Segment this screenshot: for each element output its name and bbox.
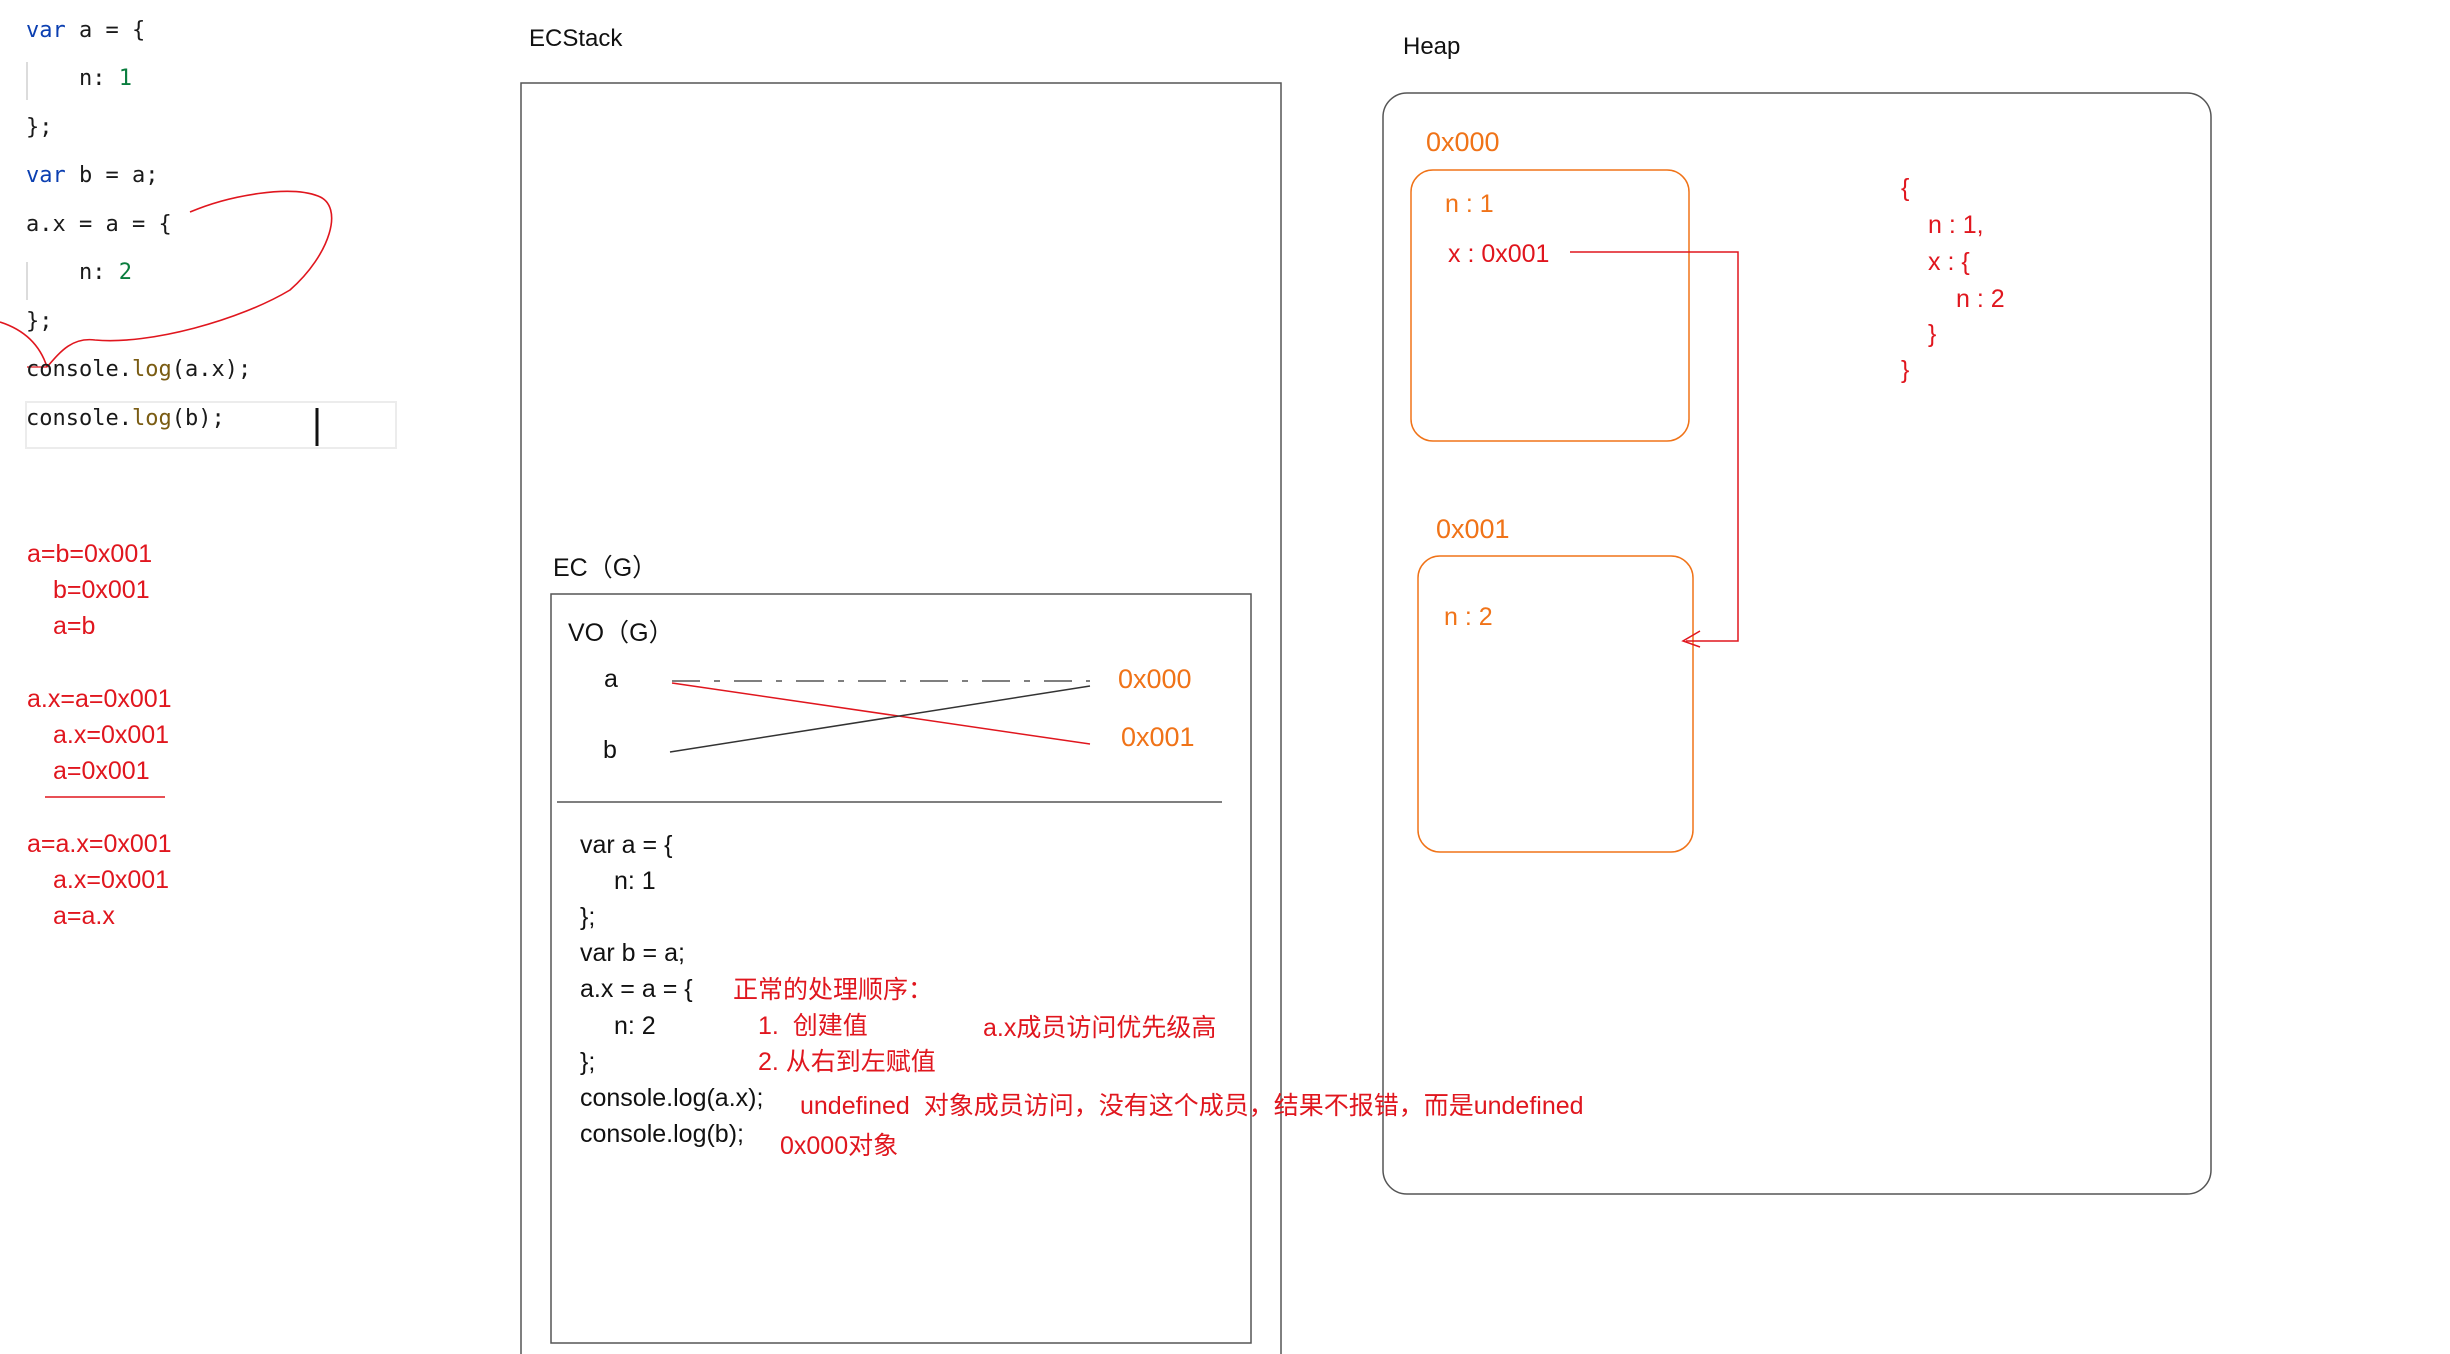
pointer-x-to-0x001: [1570, 251, 1739, 642]
code-token: 1: [118, 66, 132, 91]
heap-title: Heap: [1403, 33, 1461, 60]
literal-line: x : {: [1928, 248, 1970, 276]
code-line: n: 1: [26, 66, 132, 91]
order-title: 正常的处理顺序：: [733, 976, 934, 1004]
heap-object-0x001: [1417, 555, 1694, 853]
code-line: console.log(b);: [26, 406, 225, 431]
link-b: [669, 685, 1091, 753]
result-ax-note: undefined 对象成员访问，没有这个成员，结果不报错，而是undefine…: [800, 1092, 1584, 1120]
code-token: (b);: [171, 406, 225, 431]
order-step-2: 2. 从右到左赋值: [758, 1048, 936, 1076]
heap-obj0-x: x : 0x001: [1448, 240, 1550, 268]
code-token: n:: [26, 66, 119, 91]
note-line: a.x=0x001: [53, 866, 170, 894]
ec-code-line: console.log(b);: [580, 1120, 744, 1148]
note-line: a.x=0x001: [53, 721, 170, 749]
note-line: a=0x001: [53, 757, 150, 785]
note-line: a=a.x: [53, 902, 115, 930]
ec-global-label: EC（G）: [553, 554, 658, 582]
ecstack-frame: [520, 82, 1282, 1354]
note-line: a=a.x=0x001: [27, 830, 172, 858]
code-token: console.: [26, 357, 132, 382]
code-token: var: [26, 163, 66, 188]
code-line: };: [26, 115, 53, 140]
code-line: };: [26, 309, 53, 334]
note-line: a=b=0x001: [27, 540, 153, 568]
priority-note: a.x成员访问优先级高: [983, 1014, 1217, 1042]
literal-line: }: [1928, 320, 1937, 348]
note-line: a.x=a=0x001: [27, 685, 172, 713]
ec-code-line: };: [580, 903, 596, 931]
heap-addr-0x001: 0x001: [1436, 514, 1510, 544]
ec-code-line: a.x = a = {: [580, 975, 693, 1003]
order-step-1: 1. 创建值: [758, 1012, 868, 1040]
code-token: log: [131, 357, 172, 382]
vo-var-a: a: [604, 665, 618, 693]
literal-line: {: [1901, 174, 1910, 202]
note-line: b=0x001: [53, 576, 150, 604]
ec-code-line: n: 1: [614, 867, 656, 895]
code-token: (a.x);: [171, 357, 252, 382]
link-a-new: [671, 682, 1091, 745]
diagram-canvas: var a = { n: 1}; var b = a; a.x = a = { n:…: [0, 0, 2450, 1354]
code-line: n: 2: [26, 260, 132, 285]
code-token: };: [26, 309, 53, 334]
heap-obj0-n: n : 1: [1445, 190, 1494, 218]
code-token: n:: [26, 260, 119, 285]
ec-code-line: var b = a;: [580, 939, 685, 967]
code-line: a.x = a = {: [26, 212, 172, 237]
code-line: console.log(a.x);: [26, 357, 251, 382]
literal-line: n : 1,: [1928, 211, 1984, 239]
vo-addr-0x000: 0x000: [1118, 664, 1192, 694]
arrowhead-icon: [1681, 630, 1701, 648]
literal-line: }: [1901, 356, 1910, 384]
code-line: var b = a;: [26, 163, 158, 188]
heap-obj1-n: n : 2: [1444, 603, 1493, 631]
result-b-note: 0x000对象: [780, 1132, 899, 1160]
heap-addr-0x000: 0x000: [1426, 127, 1500, 157]
code-token: console.: [26, 406, 132, 431]
vo-addr-0x001: 0x001: [1121, 722, 1195, 752]
ec-code-line: var a = {: [580, 831, 673, 859]
ec-code-line: };: [580, 1048, 596, 1076]
code-line: var a = {: [26, 18, 145, 43]
code-token: var: [26, 18, 66, 43]
code-token: };: [26, 115, 53, 140]
ec-global-frame: [550, 593, 1252, 1344]
code-token: 2: [118, 260, 132, 285]
literal-line: n : 2: [1956, 285, 2005, 313]
ec-code-line: n: 2: [614, 1012, 656, 1040]
code-token: b = a;: [65, 163, 159, 188]
vo-var-b: b: [603, 736, 617, 764]
note-line: a=b: [53, 612, 96, 640]
code-token: log: [131, 406, 172, 431]
vo-global-label: VO（G）: [568, 619, 674, 647]
code-token: a.x = a = {: [26, 212, 172, 237]
diagram-shapes: [0, 62, 2212, 1354]
ecstack-title: ECStack: [529, 25, 623, 52]
ec-code-line: console.log(a.x);: [580, 1084, 764, 1112]
code-token: a = {: [65, 18, 146, 43]
